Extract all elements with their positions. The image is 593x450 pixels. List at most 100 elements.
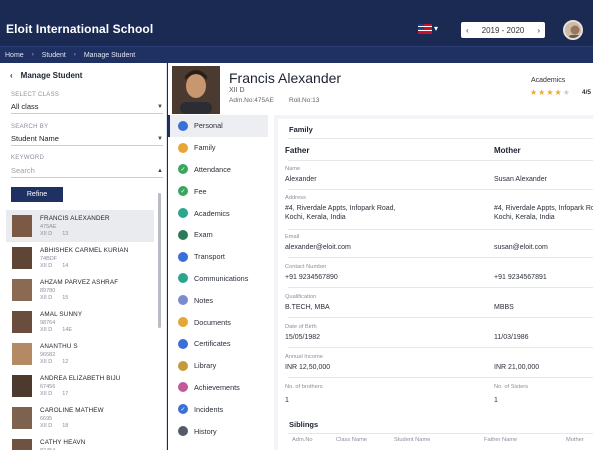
- person-icon: [178, 120, 188, 131]
- bus-icon: [178, 251, 188, 262]
- year-selector[interactable]: ‹ 2019 - 2020 ›: [461, 22, 545, 38]
- student-list-item[interactable]: FRANCIS ALEXANDER 475AE XII D 13: [6, 210, 154, 242]
- nav-item-label: Exam: [194, 230, 213, 240]
- student-list-adm: 475AE: [40, 224, 57, 230]
- star-icon: ★: [554, 88, 563, 97]
- fee-icon: ✓: [178, 186, 188, 197]
- divider: [288, 257, 593, 258]
- mother-annual-income: INR 21,00,000: [494, 364, 540, 371]
- refine-button[interactable]: Refine: [11, 187, 63, 202]
- email-label: Email: [285, 234, 300, 240]
- app-window: Eloit International School ▾ ‹ 2019 - 20…: [0, 0, 593, 450]
- student-thumbnail: [12, 215, 32, 237]
- star-icon: ★: [562, 88, 571, 97]
- mother-email: susan@eloit.com: [494, 244, 548, 251]
- nav-item-library[interactable]: Library: [168, 355, 268, 377]
- nav-item-family[interactable]: Family: [168, 137, 268, 159]
- student-list-item[interactable]: ANDREA ELIZABETH BIJU 67456 XII D 17: [6, 370, 154, 402]
- student-list-name: CAROLINE MATHEW: [40, 407, 104, 414]
- class-select-value: All class: [11, 102, 39, 111]
- mother-date-of-birth: 11/03/1986: [494, 334, 529, 341]
- student-list-class: XII D: [40, 263, 53, 269]
- flag-icon[interactable]: [418, 24, 432, 34]
- class-select[interactable]: All class ▼: [11, 100, 163, 114]
- student-list-adm: 74BDF: [40, 256, 58, 262]
- date-of-birth-label: Date of Birth: [285, 324, 317, 330]
- search-by-select[interactable]: Student Name ▼: [11, 132, 163, 146]
- keyword-input[interactable]: Search ▲: [11, 164, 163, 178]
- nav-item-documents[interactable]: Documents: [168, 311, 268, 333]
- nav-item-incidents[interactable]: ✓ Incidents: [168, 398, 268, 420]
- breadcrumb-manage-student: Manage Student: [83, 51, 136, 59]
- father-qualification: B.TECH, MBA: [285, 304, 330, 311]
- nav-item-certificates[interactable]: Certificates: [168, 333, 268, 355]
- academics-icon: [178, 208, 188, 219]
- nav-item-attendance[interactable]: ✓ Attendance: [168, 159, 268, 181]
- nav-item-label: Fee: [194, 186, 207, 196]
- nav-item-exam[interactable]: Exam: [168, 224, 268, 246]
- student-list-adm: 89780: [40, 288, 56, 294]
- mother-address: #4, Riverdale Appts, Infopark Road, Koch…: [494, 205, 593, 221]
- incident-icon: ✓: [178, 404, 188, 415]
- top-bar: Eloit International School ▾ ‹ 2019 - 20…: [0, 12, 593, 46]
- scrollbar[interactable]: [158, 193, 161, 328]
- nav-item-academics[interactable]: Academics: [168, 202, 268, 224]
- student-list: FRANCIS ALEXANDER 475AE XII D 13 ABHISHEK CA…: [6, 210, 154, 450]
- student-list-roll: 12: [62, 359, 69, 365]
- nav-item-label: Incidents: [194, 404, 224, 414]
- student-list-item[interactable]: CAROLINE MATHEW 6695 XII D 18: [6, 402, 154, 434]
- chevron-down-icon[interactable]: ▾: [434, 24, 438, 33]
- nav-item-history[interactable]: History: [168, 420, 268, 442]
- nav-item-label: Notes: [194, 295, 214, 305]
- nav-item-label: Certificates: [194, 339, 231, 349]
- roll-number: Roll.No:13: [289, 97, 320, 104]
- student-thumbnail: [12, 439, 32, 450]
- nav-item-fee[interactable]: ✓ Fee: [168, 180, 268, 202]
- breadcrumb-student[interactable]: Student: [42, 52, 66, 59]
- nav-item-achievements[interactable]: Achievements: [168, 377, 268, 399]
- student-list-item[interactable]: ANANTHU S 96582 XII D 12: [6, 338, 154, 370]
- chevron-right-icon[interactable]: ›: [537, 26, 540, 35]
- student-list-item[interactable]: CATHY HEAVN87454XII D19: [6, 434, 154, 450]
- brothers-label: No. of brothers: [285, 384, 323, 390]
- student-list-name: ANDREA ELIZABETH BIJU: [40, 375, 121, 382]
- nav-item-transport[interactable]: Transport: [168, 246, 268, 268]
- student-list-class: XII D: [40, 231, 53, 237]
- student-list-item[interactable]: ABHISHEK CARMEL KURIAN 74BDF XII D 14: [6, 242, 154, 274]
- breadcrumb-home[interactable]: Home: [5, 52, 24, 59]
- avatar[interactable]: [563, 20, 583, 40]
- breadcrumb: Home › Student › Manage Student: [0, 46, 593, 63]
- student-list-class: XII D: [40, 295, 53, 301]
- divider: [288, 160, 593, 161]
- search-by-value: Student Name: [11, 134, 59, 143]
- divider: [288, 138, 593, 139]
- student-list-item[interactable]: AMAL SUNNY 98764 XII D 14E: [6, 306, 154, 338]
- mother-contact-number: +91 9234567891: [494, 274, 547, 281]
- select-class-label: SELECT CLASS: [11, 92, 60, 98]
- chevron-down-icon: ▼: [157, 135, 163, 142]
- app-title: Eloit International School: [6, 22, 154, 36]
- student-thumbnail: [12, 311, 32, 333]
- chevron-down-icon: ▼: [157, 103, 163, 110]
- nav-item-personal[interactable]: Personal: [168, 115, 268, 137]
- back-icon[interactable]: ‹: [10, 71, 13, 80]
- student-list-roll: 14E: [62, 327, 73, 333]
- divider: [288, 189, 593, 190]
- nav-item-label: Academics: [194, 208, 230, 218]
- student-thumbnail: [12, 247, 32, 269]
- student-list-roll: 18: [62, 423, 69, 429]
- student-list-class: XII D: [40, 327, 53, 333]
- nav-item-label: History: [194, 426, 217, 436]
- nav-item-notes[interactable]: Notes: [168, 289, 268, 311]
- student-list-class: XII D: [40, 359, 53, 365]
- divider: [288, 433, 593, 434]
- academics-label: Academics: [531, 77, 566, 84]
- chevron-up-icon: ▲: [157, 167, 163, 174]
- chevron-left-icon[interactable]: ‹: [466, 26, 469, 35]
- chat-icon: [178, 273, 188, 284]
- sisters-value: 1: [494, 397, 498, 404]
- student-list-name: ANANTHU S: [40, 343, 78, 350]
- nav-item-communications[interactable]: Communications: [168, 268, 268, 290]
- student-list-item[interactable]: AHZAM PARVEZ ASHRAF 89780 XII D 15: [6, 274, 154, 306]
- certificate-icon: [178, 338, 188, 349]
